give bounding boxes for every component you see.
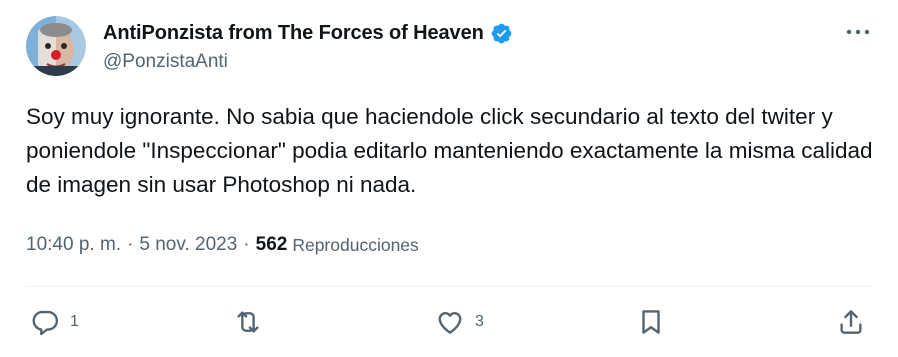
display-name[interactable]: AntiPonzista from The Forces of Heaven [103,22,484,45]
like-count: 3 [475,313,484,330]
share-button[interactable] [836,306,866,338]
author-handle[interactable]: @PonzistaAnti [103,51,513,73]
meta-separator: · [243,234,250,255]
views-count[interactable]: 562 [256,234,288,256]
author-names: AntiPonzista from The Forces of Heaven @… [103,20,513,73]
action-bar: 1 3 [0,300,898,344]
tweet-meta: 10:40 p. m. · 5 nov. 2023 · 562 Reproduc… [26,234,419,256]
meta-separator: · [127,234,134,255]
reply-count: 1 [70,313,79,330]
reply-icon [32,310,59,336]
share-icon [840,310,862,334]
reply-button[interactable]: 1 [30,306,79,338]
retweet-button[interactable] [233,306,273,338]
display-name-row: AntiPonzista from The Forces of Heaven [103,20,513,46]
bookmark-icon [642,310,660,334]
verified-badge-icon[interactable] [490,22,513,45]
divider [26,286,872,287]
tweet-time[interactable]: 10:40 p. m. [26,234,121,256]
heart-icon [438,311,462,334]
like-button[interactable]: 3 [435,306,484,338]
avatar[interactable] [26,16,86,76]
views-label[interactable]: Reproducciones [292,235,418,256]
bookmark-button[interactable] [636,306,666,338]
more-options-icon[interactable] [844,22,872,42]
tweet-header: AntiPonzista from The Forces of Heaven @… [26,16,878,80]
tweet-card: AntiPonzista from The Forces of Heaven @… [0,0,898,357]
retweet-icon [237,311,259,333]
tweet-date[interactable]: 5 nov. 2023 [139,234,237,256]
tweet-text: Soy muy ignorante. No sabia que haciendo… [26,104,873,197]
